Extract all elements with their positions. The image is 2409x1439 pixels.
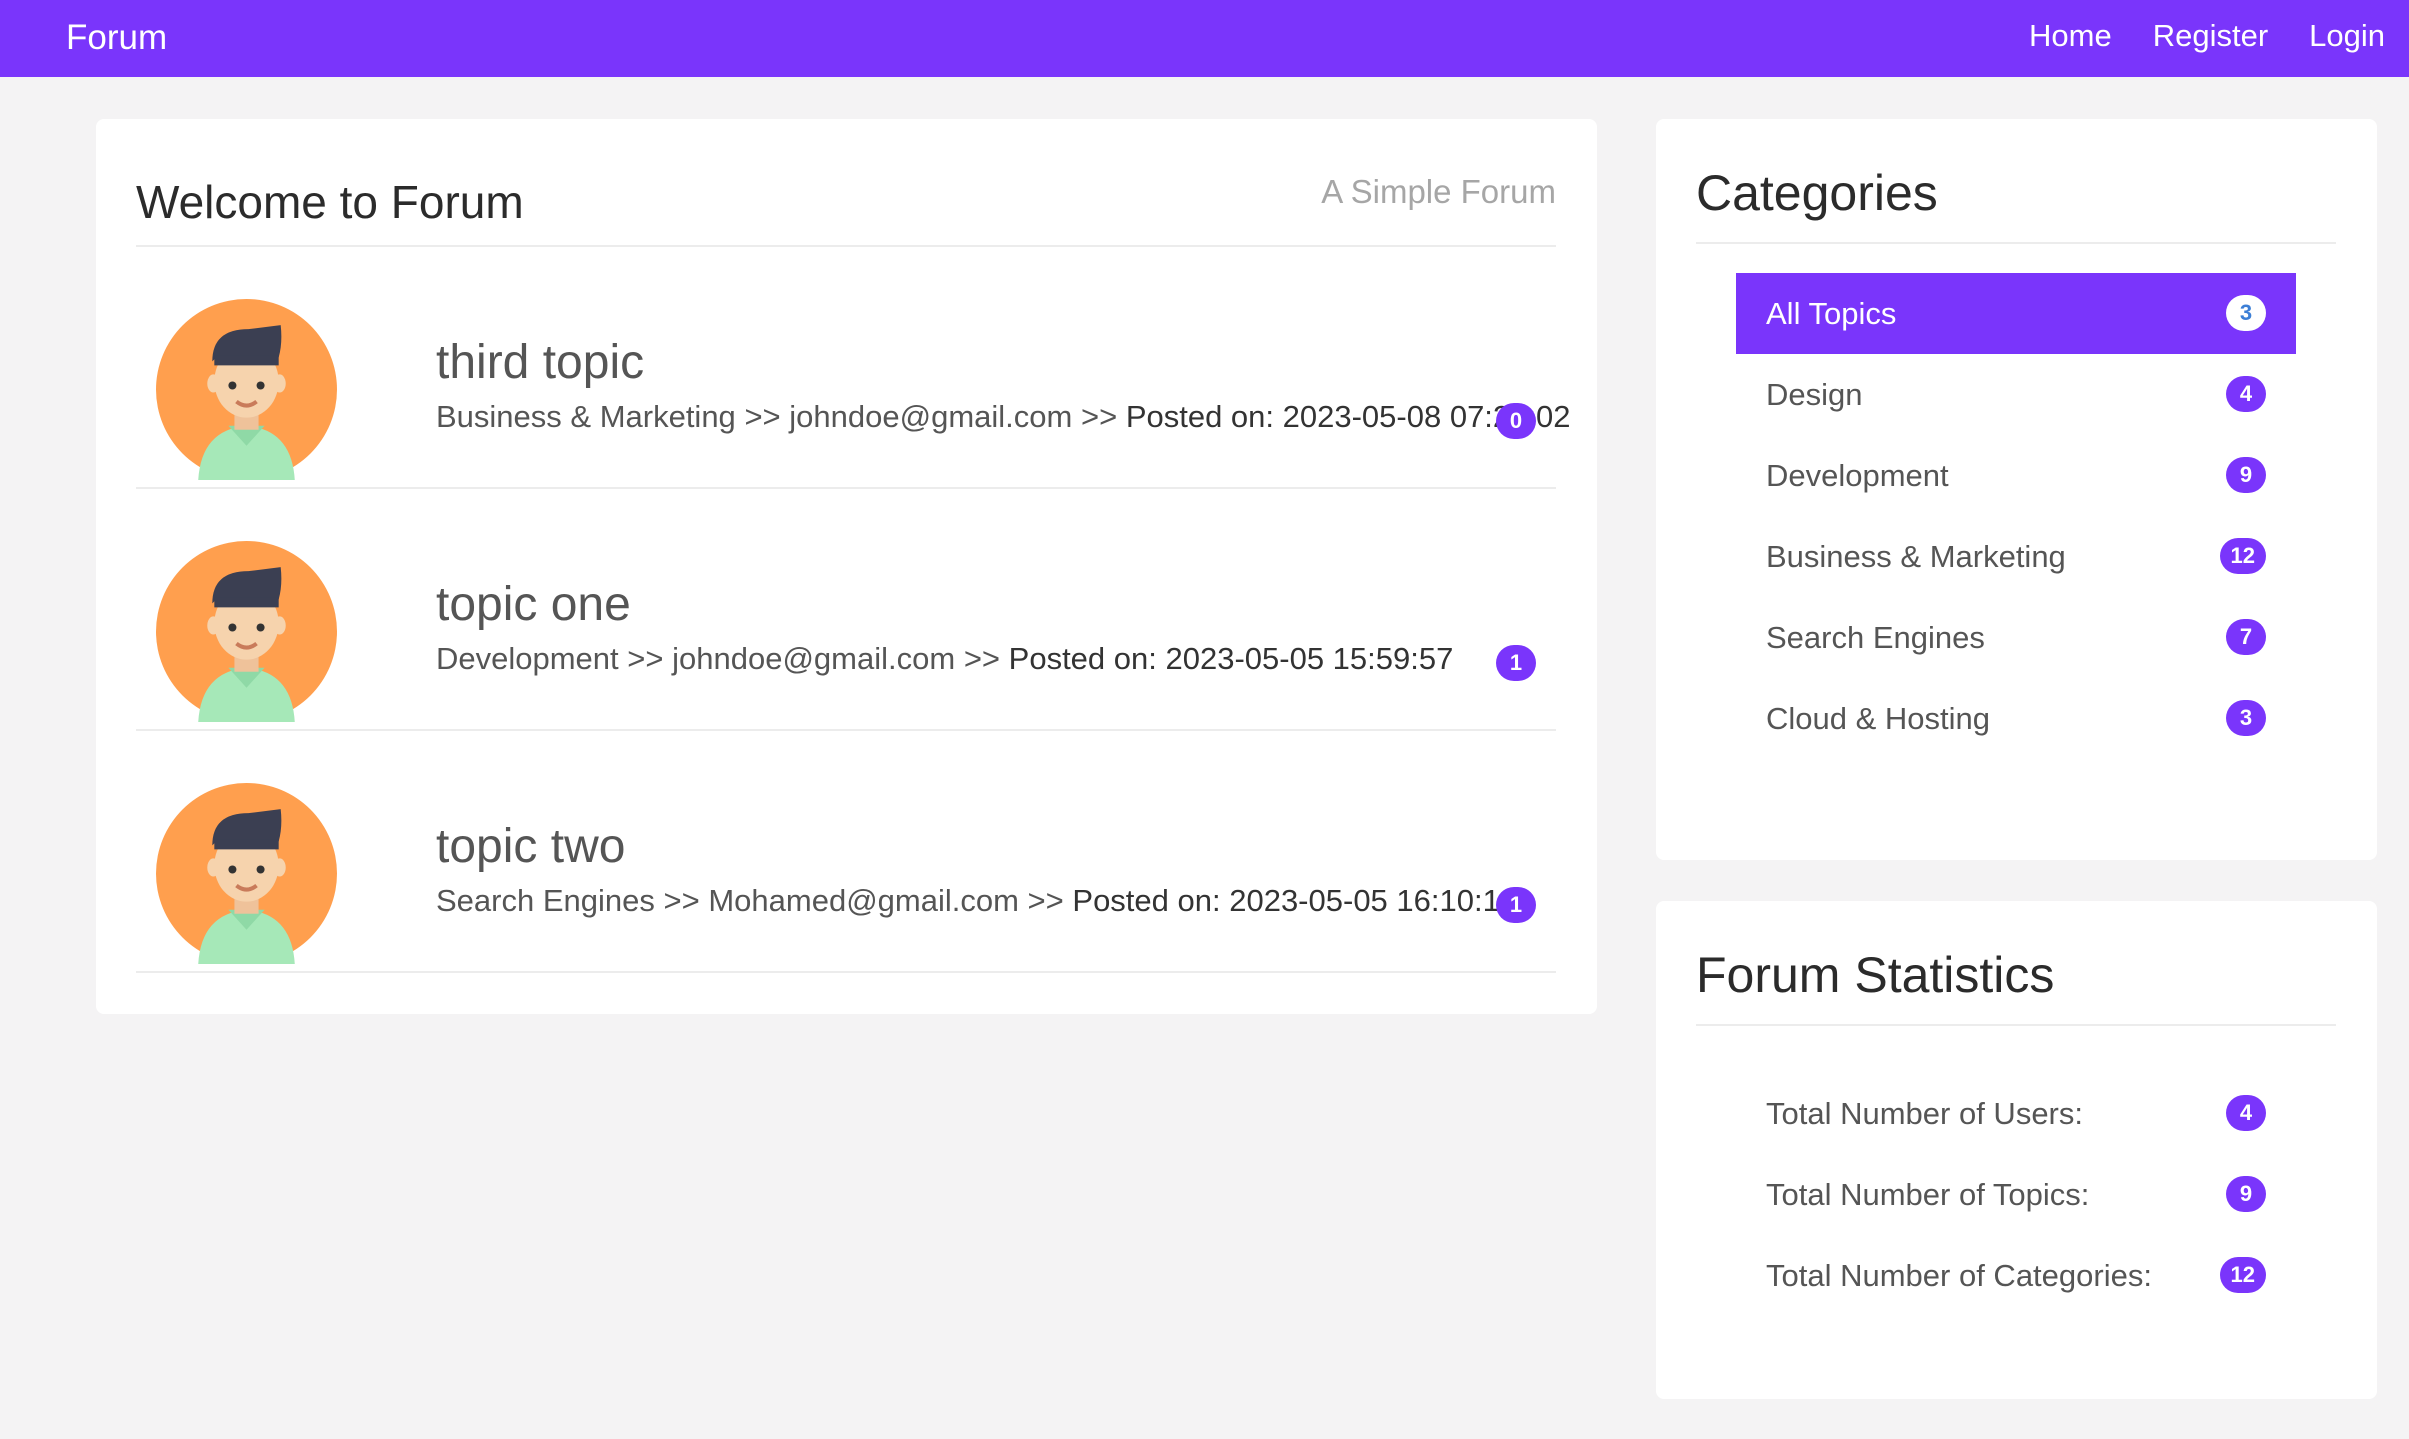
stat-item-categories: Total Number of Categories: 12 bbox=[1736, 1235, 2296, 1316]
topics-header: Welcome to Forum A Simple Forum bbox=[136, 155, 1556, 247]
category-list: All Topics 3 Design 4 Development 9 Busi… bbox=[1736, 273, 2296, 759]
statistics-title: Forum Statistics bbox=[1696, 925, 2336, 1026]
statistics-panel: Forum Statistics Total Number of Users: … bbox=[1656, 901, 2377, 1399]
category-count-badge: 3 bbox=[2226, 700, 2266, 736]
topic-posted-date: Posted on: 2023-05-05 16:10:14 bbox=[1072, 883, 1518, 918]
separator: >> bbox=[627, 641, 664, 676]
topic-title[interactable]: topic one bbox=[436, 577, 631, 632]
reply-count: 0 bbox=[1496, 403, 1536, 439]
category-label: Business & Marketing bbox=[1766, 539, 2066, 574]
topic-author[interactable]: Mohamed@gmail.com bbox=[708, 883, 1019, 918]
topic-category[interactable]: Search Engines bbox=[436, 883, 655, 918]
topic-meta: Search Engines >> Mohamed@gmail.com >> P… bbox=[436, 883, 1517, 919]
category-count-badge: 3 bbox=[2226, 295, 2266, 331]
nav-register-link[interactable]: Register bbox=[2153, 18, 2268, 54]
nav-home-link[interactable]: Home bbox=[2029, 18, 2112, 54]
reply-count-badge: 0 bbox=[1496, 403, 1536, 439]
category-item-design[interactable]: Design 4 bbox=[1736, 354, 2296, 435]
avatar-icon bbox=[156, 541, 337, 722]
navbar: Forum Home Register Login bbox=[0, 0, 2409, 77]
separator: >> bbox=[1080, 399, 1118, 434]
stat-label: Total Number of Categories: bbox=[1766, 1258, 2152, 1293]
separator: >> bbox=[663, 883, 700, 918]
category-item-cloud-hosting[interactable]: Cloud & Hosting 3 bbox=[1736, 678, 2296, 759]
category-label: All Topics bbox=[1766, 296, 1897, 331]
topic-item[interactable]: third topic Business & Marketing >> john… bbox=[136, 247, 1571, 489]
stat-item-users: Total Number of Users: 4 bbox=[1736, 1073, 2296, 1154]
avatar-icon bbox=[156, 783, 337, 964]
nav-login-link[interactable]: Login bbox=[2309, 18, 2385, 54]
category-label: Search Engines bbox=[1766, 620, 1985, 655]
reply-count: 1 bbox=[1496, 645, 1536, 681]
separator: >> bbox=[963, 641, 1001, 676]
topic-posted-date: Posted on: 2023-05-05 15:59:57 bbox=[1008, 641, 1454, 676]
topics-panel: Welcome to Forum A Simple Forum third to… bbox=[96, 119, 1597, 1014]
category-count-badge: 4 bbox=[2226, 376, 2266, 412]
topic-author[interactable]: johndoe@gmail.com bbox=[672, 641, 955, 676]
category-item-development[interactable]: Development 9 bbox=[1736, 435, 2296, 516]
category-count-badge: 9 bbox=[2226, 457, 2266, 493]
topic-item[interactable]: topic two Search Engines >> Mohamed@gmai… bbox=[136, 731, 1556, 973]
topic-title[interactable]: third topic bbox=[436, 335, 644, 390]
categories-title: Categories bbox=[1696, 143, 2336, 244]
topic-title[interactable]: topic two bbox=[436, 819, 625, 874]
topic-meta: Development >> johndoe@gmail.com >> Post… bbox=[436, 641, 1453, 677]
reply-count-badge: 1 bbox=[1496, 645, 1536, 681]
category-label: Design bbox=[1766, 377, 1863, 412]
statistics-list: Total Number of Users: 4 Total Number of… bbox=[1736, 1073, 2296, 1316]
stat-label: Total Number of Users: bbox=[1766, 1096, 2083, 1131]
topic-category[interactable]: Business & Marketing bbox=[436, 399, 736, 434]
topic-item[interactable]: topic one Development >> johndoe@gmail.c… bbox=[136, 489, 1556, 731]
page-title: Welcome to Forum bbox=[136, 176, 524, 228]
stat-count-badge: 12 bbox=[2219, 1257, 2266, 1293]
category-item-search-engines[interactable]: Search Engines 7 bbox=[1736, 597, 2296, 678]
nav-links: Home Register Login bbox=[2029, 18, 2385, 54]
stat-count-badge: 4 bbox=[2226, 1095, 2266, 1131]
category-item-business-marketing[interactable]: Business & Marketing 12 bbox=[1736, 516, 2296, 597]
reply-count-badge: 1 bbox=[1496, 887, 1536, 923]
category-count-badge: 12 bbox=[2219, 538, 2266, 574]
topic-category[interactable]: Development bbox=[436, 641, 619, 676]
stat-label: Total Number of Topics: bbox=[1766, 1177, 2090, 1212]
category-item-all-topics[interactable]: All Topics 3 bbox=[1736, 273, 2296, 354]
page-subtitle: A Simple Forum bbox=[1321, 173, 1556, 210]
brand-link[interactable]: Forum bbox=[66, 18, 167, 58]
stat-count-badge: 9 bbox=[2226, 1176, 2266, 1212]
category-count-badge: 7 bbox=[2226, 619, 2266, 655]
categories-panel: Categories All Topics 3 Design 4 Develop… bbox=[1656, 119, 2377, 860]
separator: >> bbox=[744, 399, 781, 434]
stat-item-topics: Total Number of Topics: 9 bbox=[1736, 1154, 2296, 1235]
category-label: Development bbox=[1766, 458, 1949, 493]
topic-meta: Business & Marketing >> johndoe@gmail.co… bbox=[436, 399, 1571, 435]
reply-count: 1 bbox=[1496, 887, 1536, 923]
avatar-icon bbox=[156, 299, 337, 480]
separator: >> bbox=[1027, 883, 1064, 918]
topic-author[interactable]: johndoe@gmail.com bbox=[789, 399, 1072, 434]
category-label: Cloud & Hosting bbox=[1766, 701, 1991, 736]
